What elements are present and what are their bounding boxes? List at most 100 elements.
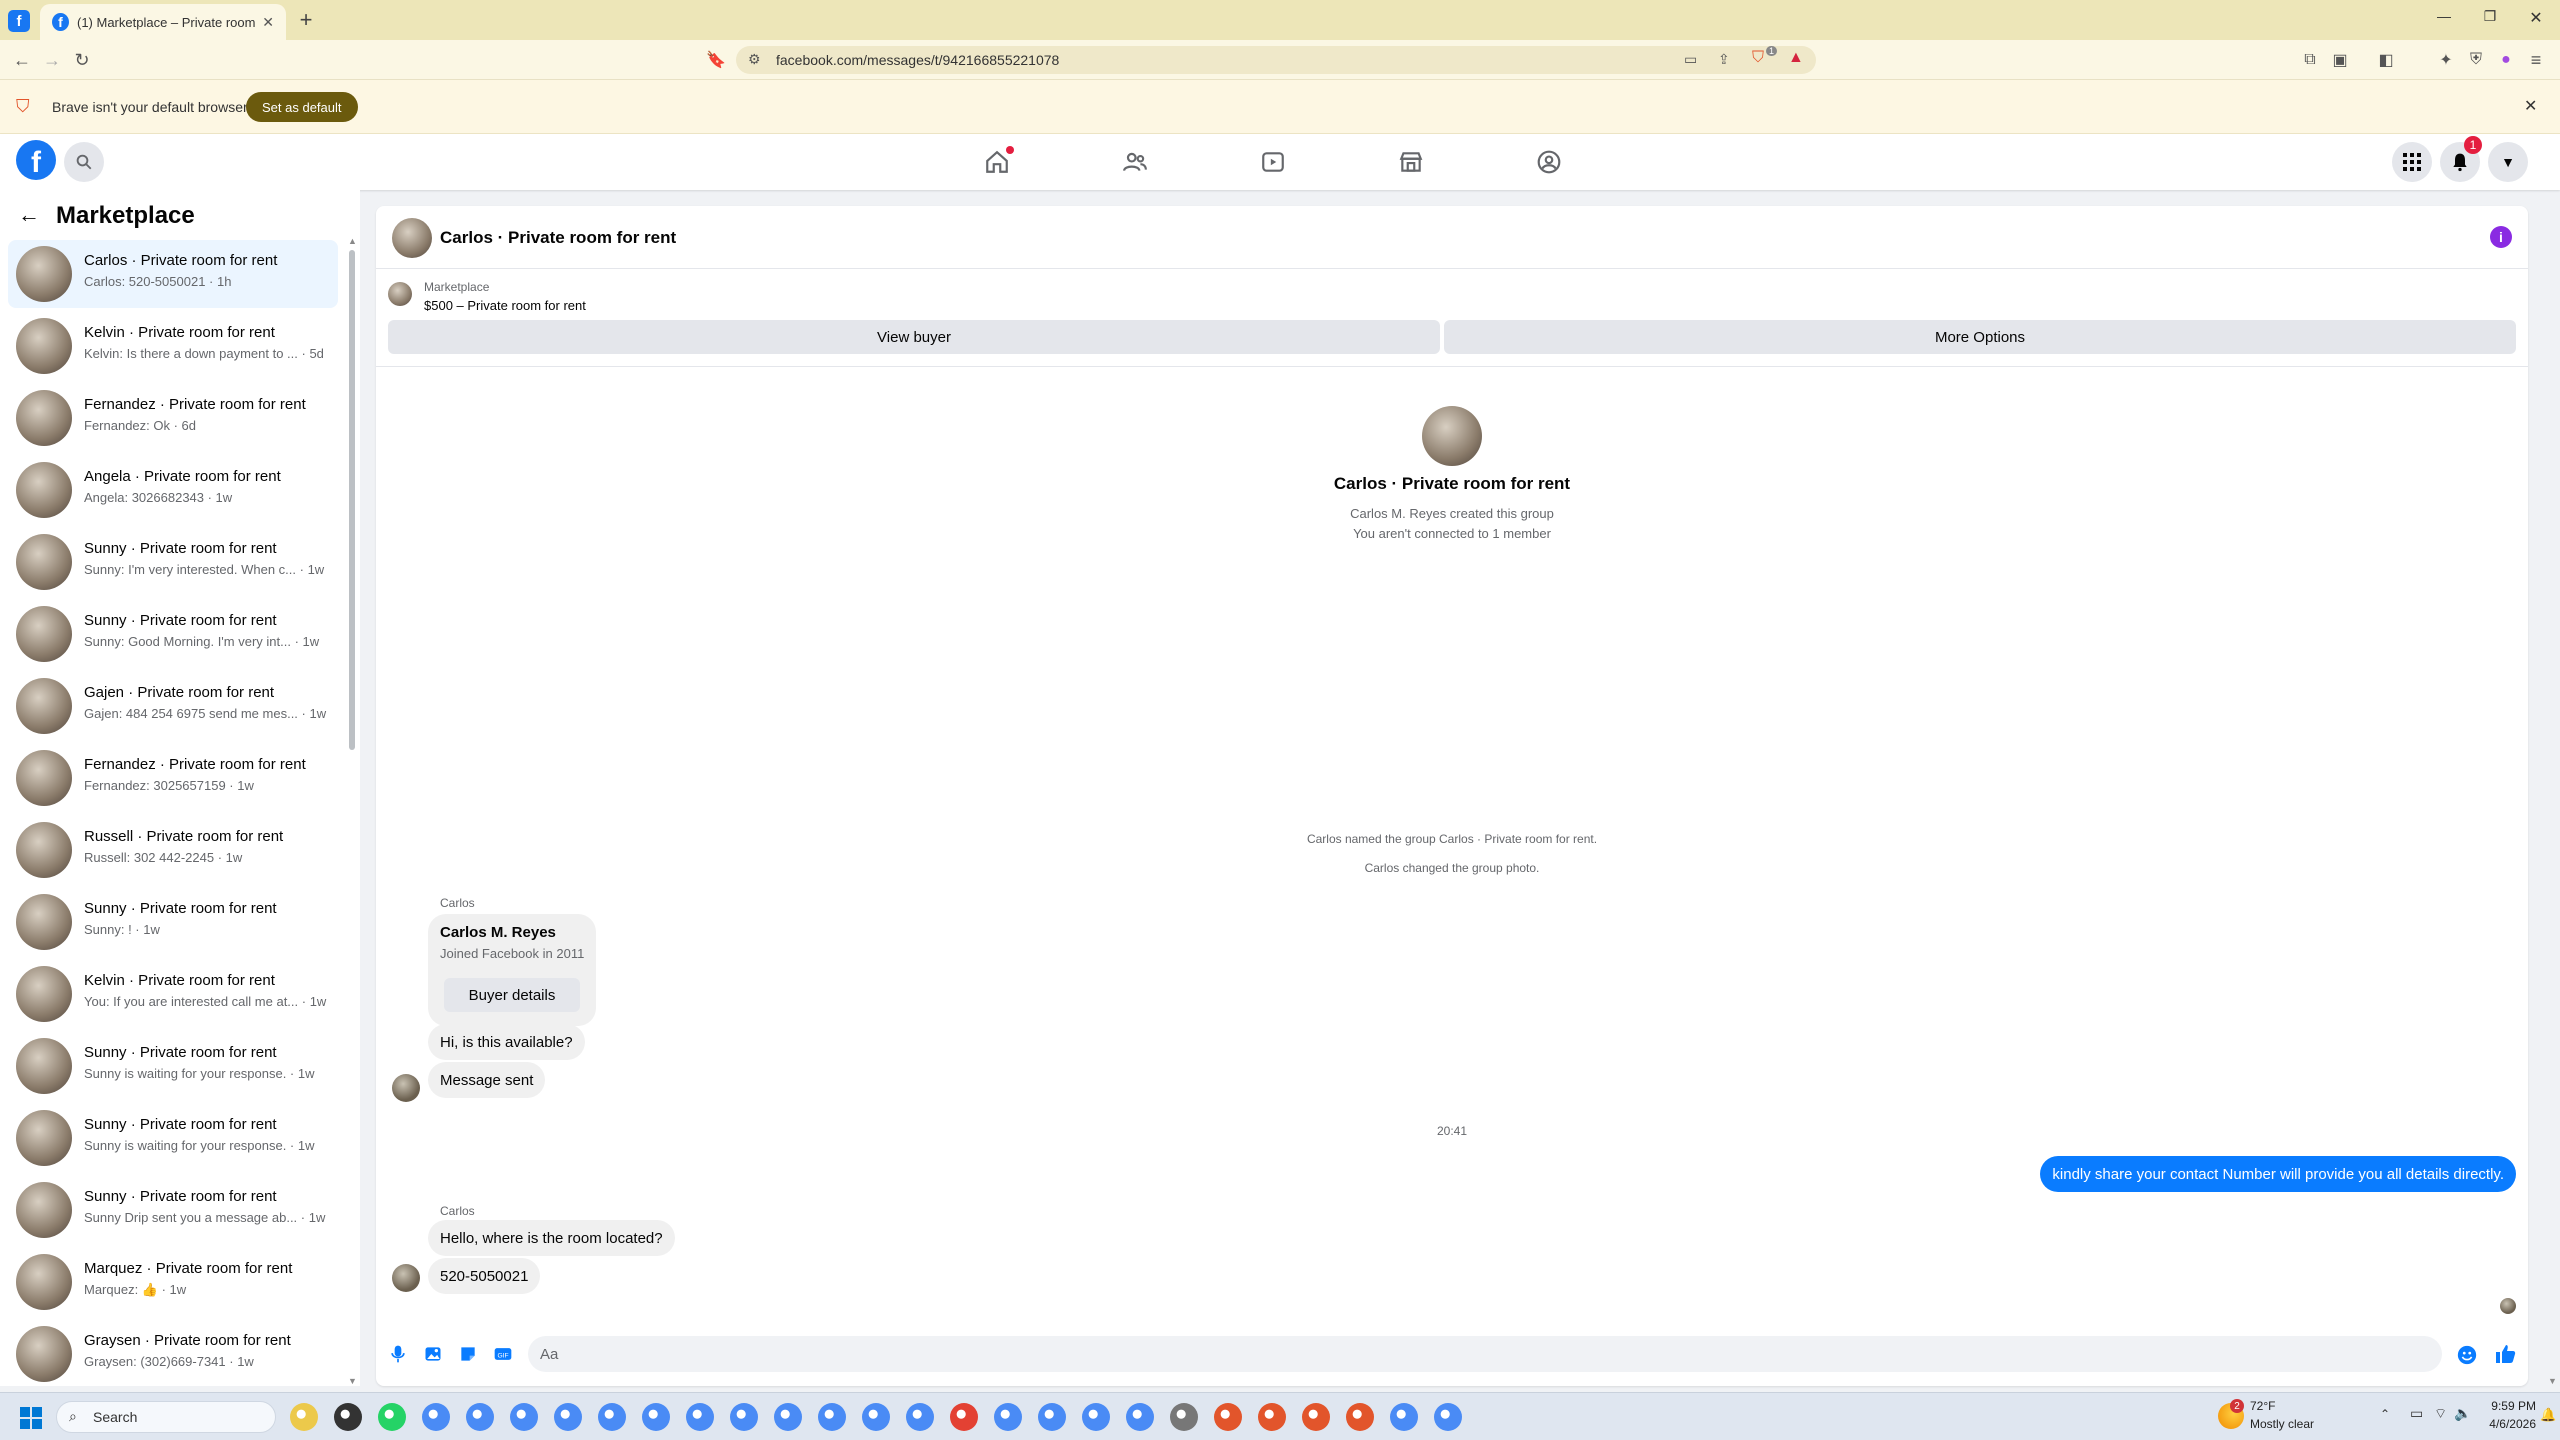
brave-menu-icon[interactable]: f [8,10,30,32]
emoji-icon[interactable] [2456,1344,2478,1366]
taskbar-app-icon[interactable] [1434,1403,1462,1431]
site-info-icon[interactable]: ⚙ [748,51,761,68]
bookmark-icon[interactable]: 🔖 [704,48,728,72]
conversation-item[interactable]: Kelvin · Private room for rent You: If yo… [8,960,338,1028]
taskbar-app-icon[interactable] [466,1403,494,1431]
message-sent-bubble[interactable]: Message sent [428,1062,546,1098]
brave-shields-icon[interactable]: ⛉ [1752,49,1764,67]
microphone-icon[interactable] [388,1344,408,1364]
set-as-default-button[interactable]: Set as default [246,92,358,122]
taskbar-app-icon[interactable] [554,1403,582,1431]
scroll-down-icon[interactable]: ▼ [348,1376,357,1386]
taskbar-app-icon[interactable] [862,1403,890,1431]
sidebar-scrollbar[interactable] [349,250,355,750]
taskbar-app-icon[interactable] [994,1403,1022,1431]
taskbar-app-icon[interactable] [818,1403,846,1431]
conversation-item[interactable]: Sunny · Private room for rent Sunny Drip … [8,1176,338,1244]
chat-header-avatar[interactable] [392,218,432,258]
conversation-item[interactable]: Marquez · Private room for rent Marquez: … [8,1248,338,1316]
back-icon[interactable]: ← [10,48,34,72]
conversation-item[interactable]: Sunny · Private room for rent Sunny is wa… [8,1104,338,1172]
message-input[interactable]: Aa [528,1336,2442,1372]
network-icon[interactable]: ▭ [2410,1405,2423,1422]
notification-bell-icon[interactable]: 🔔 [2540,1407,2556,1423]
taskbar-search[interactable]: ⌕ Search [56,1401,276,1433]
listing-thumbnail[interactable] [388,282,412,306]
extensions-icon[interactable]: ⧉ [2298,48,2322,72]
taskbar-app-icon[interactable] [730,1403,758,1431]
message-available[interactable]: Hi, is this available? [428,1024,585,1060]
taskbar-app-icon[interactable] [774,1403,802,1431]
message-location[interactable]: Hello, where is the room located? [428,1220,675,1256]
taskbar-app-icon[interactable] [422,1403,450,1431]
carlos-avatar[interactable] [392,1074,420,1102]
conversation-item[interactable]: Fernandez · Private room for rent Fernand… [8,744,338,812]
view-buyer-button[interactable]: View buyer [388,320,1440,354]
taskbar-app-icon[interactable] [1126,1403,1154,1431]
cast-icon[interactable]: ▭ [1684,51,1697,68]
conversation-item[interactable]: Sunny · Private room for rent Sunny is wa… [8,1032,338,1100]
outgoing-message[interactable]: kindly share your contact Number will pr… [2040,1156,2516,1192]
taskbar-app-icon[interactable] [378,1403,406,1431]
facebook-logo[interactable]: f [16,140,56,180]
taskbar-app-icon[interactable] [1346,1403,1374,1431]
taskbar-app-icon[interactable] [334,1403,362,1431]
windows-start-icon[interactable] [20,1407,42,1429]
conversation-item[interactable]: Sunny · Private room for rent Sunny: ! · … [8,888,338,956]
forward-icon[interactable]: → [40,48,64,72]
scroll-up-icon[interactable]: ▲ [348,236,357,246]
taskbar-app-icon[interactable] [686,1403,714,1431]
leo-ai-icon[interactable]: ✦ [2434,48,2458,72]
buyer-details-button[interactable]: Buyer details [444,978,580,1012]
volume-icon[interactable]: 🔈 [2454,1405,2471,1422]
like-icon[interactable] [2494,1342,2518,1366]
nav-marketplace[interactable] [1393,144,1429,180]
photo-icon[interactable] [423,1344,443,1364]
conversation-item[interactable]: Gajen · Private room for rent Gajen: 484 … [8,672,338,740]
taskbar-app-icon[interactable] [1302,1403,1330,1431]
gif-icon[interactable]: GIF [493,1344,513,1364]
nav-friends[interactable] [1117,144,1153,180]
tab-close-icon[interactable]: ✕ [262,14,274,31]
menu-icon[interactable]: ≡ [2524,48,2548,72]
new-tab-button[interactable]: + [292,6,320,34]
carlos-avatar-2[interactable] [392,1264,420,1292]
conversation-item[interactable]: Graysen · Private room for rent Graysen: … [8,1320,338,1386]
listing-title[interactable]: $500 – Private room for rent [424,298,586,313]
more-options-button[interactable]: More Options [1444,320,2516,354]
vpn-icon[interactable]: ⛨ [2464,48,2488,72]
close-window-button[interactable]: ✕ [2516,8,2556,32]
taskbar-app-icon[interactable] [950,1403,978,1431]
profile-icon[interactable]: ● [2494,48,2518,72]
wallet-icon[interactable]: ▣ [2328,48,2352,72]
message-number[interactable]: 520-5050021 [428,1258,541,1294]
conversation-item[interactable]: Sunny · Private room for rent Sunny: Good… [8,600,338,668]
taskbar-app-icon[interactable] [1170,1403,1198,1431]
back-arrow-icon[interactable]: ← [18,202,40,228]
conversation-item[interactable]: Sunny · Private room for rent Sunny: I'm … [8,528,338,596]
taskbar-app-icon[interactable] [1082,1403,1110,1431]
conversation-item[interactable]: Russell · Private room for rent Russell: … [8,816,338,884]
wifi-icon[interactable]: ⌔ [2434,1405,2447,1423]
taskbar-app-icon[interactable] [642,1403,670,1431]
menu-grid-button[interactable] [2392,142,2432,182]
clock-date[interactable]: 4/6/2026 [2472,1417,2536,1431]
conversation-item[interactable]: Angela · Private room for rent Angela: 30… [8,456,338,524]
tray-chevron-icon[interactable]: ⌃ [2380,1407,2390,1421]
account-button[interactable]: ▼ [2488,142,2528,182]
conversation-item[interactable]: Kelvin · Private room for rent Kelvin: Is… [8,312,338,380]
reload-icon[interactable]: ↻ [70,48,94,72]
tab-marketplace[interactable]: f (1) Marketplace – Private room for re … [40,4,286,40]
taskbar-app-icon[interactable] [290,1403,318,1431]
sticker-icon[interactable] [458,1344,478,1364]
address-bar[interactable]: ⚙ facebook.com/messages/t/94216685522107… [736,46,1816,74]
sidebar-toggle-icon[interactable]: ◧ [2374,48,2398,72]
share-icon[interactable]: ⇪ [1718,51,1730,68]
conversation-info-button[interactable]: i [2490,226,2512,248]
nav-groups[interactable] [1531,144,1567,180]
conversation-item[interactable]: Carlos · Private room for rent Carlos: 52… [8,240,338,308]
nav-video[interactable] [1255,144,1291,180]
taskbar-app-icon[interactable] [598,1403,626,1431]
brave-rewards-icon[interactable]: ▲ [1788,49,1804,67]
taskbar-app-icon[interactable] [1214,1403,1242,1431]
